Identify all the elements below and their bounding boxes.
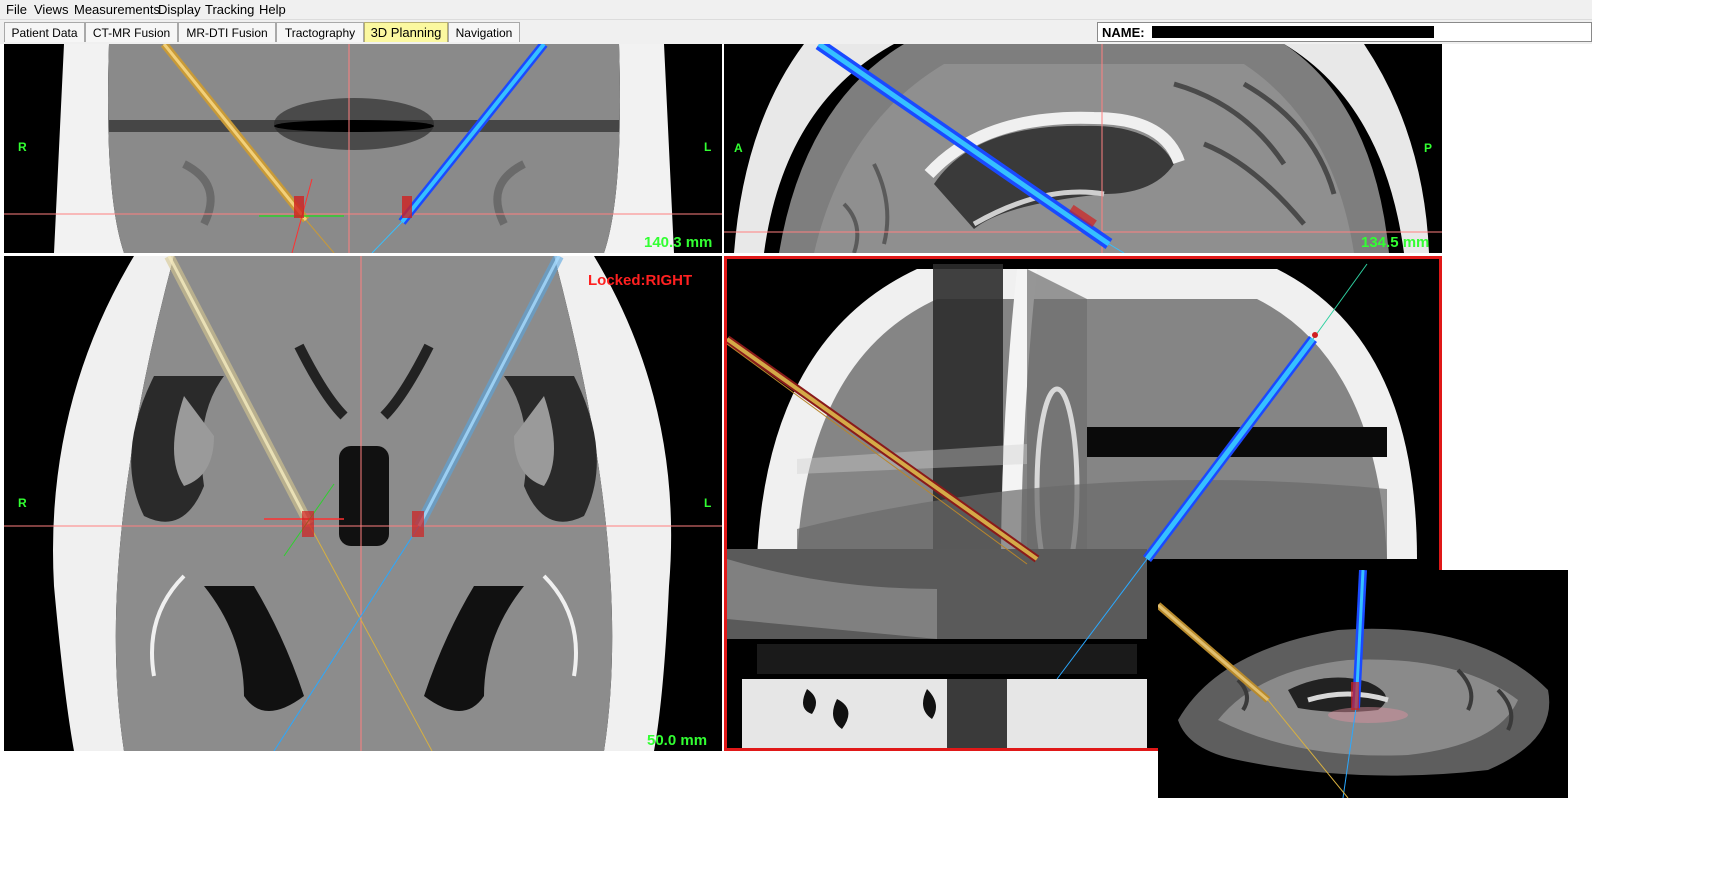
menu-measurements[interactable]: Measurements bbox=[74, 2, 160, 17]
axial-distance-readout: 50.0 mm bbox=[647, 732, 708, 749]
menu-bar: File Views Measurements Display Tracking… bbox=[0, 0, 1592, 20]
tab-mr-dti-fusion[interactable]: MR-DTI Fusion bbox=[178, 22, 276, 42]
coronal-distance-readout: 140.3 mm bbox=[644, 234, 713, 251]
sagittal-view[interactable]: A P 134.5 mm bbox=[724, 44, 1442, 253]
sagittal-image bbox=[724, 44, 1442, 253]
tab-3d-planning[interactable]: 3D Planning bbox=[364, 22, 448, 42]
menu-tracking[interactable]: Tracking bbox=[205, 2, 254, 17]
patient-name-field: NAME: bbox=[1097, 22, 1592, 42]
axial-orientation-left: R bbox=[18, 496, 27, 510]
menu-help[interactable]: Help bbox=[259, 2, 286, 17]
tab-tractography[interactable]: Tractography bbox=[276, 22, 364, 42]
patient-name-label: NAME: bbox=[1102, 25, 1145, 40]
3d-brain-thumbnail-image bbox=[1158, 570, 1568, 798]
axial-image bbox=[4, 256, 722, 751]
menu-file[interactable]: File bbox=[6, 2, 27, 17]
axial-view[interactable]: R L Locked:RIGHT 50.0 mm bbox=[4, 256, 722, 751]
coronal-image bbox=[4, 44, 722, 253]
menu-display[interactable]: Display bbox=[158, 2, 201, 17]
tab-ct-mr-fusion[interactable]: CT-MR Fusion bbox=[85, 22, 178, 42]
coronal-view[interactable]: R L 140.3 mm bbox=[4, 44, 722, 253]
patient-name-redaction bbox=[1152, 26, 1434, 38]
locked-side-label: Locked:RIGHT bbox=[588, 272, 693, 289]
tab-patient-data[interactable]: Patient Data bbox=[4, 22, 85, 42]
3d-brain-thumbnail[interactable] bbox=[1158, 570, 1568, 798]
menu-views[interactable]: Views bbox=[34, 2, 68, 17]
sagittal-distance-readout: 134.5 mm bbox=[1361, 234, 1430, 251]
coronal-orientation-right: L bbox=[704, 140, 712, 154]
sagittal-orientation-left: A bbox=[734, 141, 743, 155]
sagittal-orientation-right: P bbox=[1424, 141, 1433, 155]
tab-navigation[interactable]: Navigation bbox=[448, 22, 520, 42]
workflow-tab-bar: Patient Data CT-MR Fusion MR-DTI Fusion … bbox=[0, 20, 1592, 44]
axial-orientation-right: L bbox=[704, 496, 712, 510]
coronal-orientation-left: R bbox=[18, 140, 27, 154]
